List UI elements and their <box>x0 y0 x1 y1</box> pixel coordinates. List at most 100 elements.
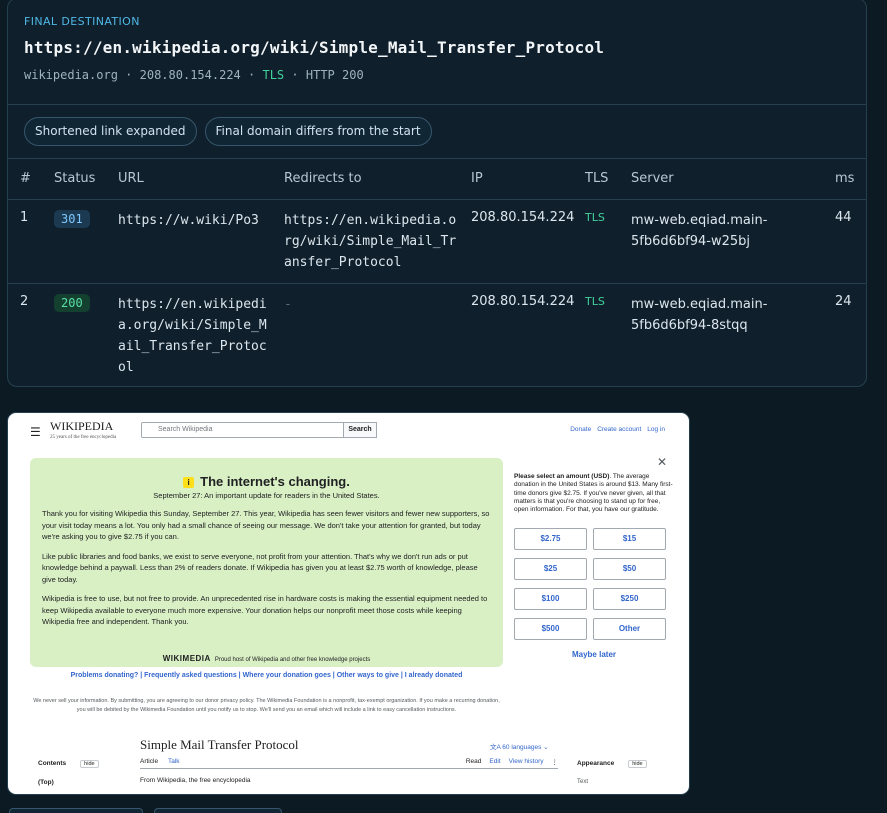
donation-panel: Please select an amount (USD). The avera… <box>514 458 674 659</box>
row-tls: TLS <box>585 199 631 284</box>
banner-paragraph: Thank you for visiting Wikipedia this Su… <box>42 509 490 541</box>
amount-button: $15 <box>593 528 666 551</box>
info-icon: i <box>183 477 195 488</box>
amount-button: $25 <box>514 558 587 581</box>
row-ms: 44 <box>835 199 866 284</box>
search-input: Search Wikipedia <box>141 422 377 438</box>
logo-subtitle: 25 years of the free encyclopedia <box>50 435 117 440</box>
contents-heading: Contents hide <box>38 760 99 768</box>
row-num: 2 <box>20 293 29 309</box>
separator: · <box>291 68 299 82</box>
amount-button: $2.75 <box>514 528 587 551</box>
appearance-heading: Appearance hide <box>577 760 647 768</box>
header-status: Status <box>54 159 118 200</box>
appearance-hide-button: hide <box>628 760 647 768</box>
translate-icon: 文A <box>490 744 503 751</box>
row-status: 301 <box>54 199 118 284</box>
row-status: 200 <box>54 283 118 386</box>
row-ip: 208.80.154.224 <box>471 199 585 284</box>
banner-subtitle: September 27: An important update for re… <box>153 491 380 500</box>
amount-button: Other <box>593 618 666 641</box>
status-badge: 301 <box>54 209 90 228</box>
header-ip: IP <box>471 159 585 200</box>
status-badge: 200 <box>54 293 90 312</box>
header-redirects-to: Redirects to <box>284 159 471 200</box>
banner-title-text: The internet's changing. <box>200 474 350 489</box>
tab-view-history: View history <box>508 758 544 765</box>
header-tls: TLS <box>585 159 631 200</box>
header-server: Server <box>631 159 835 200</box>
banner-paragraph: Like public libraries and food banks, we… <box>42 551 478 584</box>
row-url[interactable]: https://en.wikipedia.org/wiki/Simple_Mai… <box>118 283 284 386</box>
row-ms: 24 <box>835 293 852 309</box>
create-account-link: Create account <box>597 426 642 433</box>
donation-heading: Please select an amount (USD) <box>514 473 610 480</box>
logo-text: WIKIPEDIA <box>50 419 114 433</box>
chip-domain-differs: Final domain differs from the start <box>204 117 432 146</box>
row-tls: TLS <box>585 283 631 386</box>
amount-button: $100 <box>514 588 587 611</box>
article-tabs: Article Talk Read Edit View history ⋮ <box>140 755 558 769</box>
search-button: Search <box>343 422 377 438</box>
tab-read: Read <box>465 758 482 765</box>
final-destination-meta: wikipedia.org · 208.80.154.224 · TLS · H… <box>24 68 850 82</box>
row-server: mw-web.eqiad.main-5fb6d6bf94-8stqq <box>631 296 768 333</box>
maybe-later-link: Maybe later <box>571 650 617 660</box>
contents-label: Contents <box>38 760 67 767</box>
table-row: 1 301 https://w.wiki/Po3 https://en.wiki… <box>8 199 866 284</box>
row-url[interactable]: https://w.wiki/Po3 <box>118 199 284 284</box>
menu-icon: ☰ <box>30 425 41 439</box>
wikipedia-header: ☰ WIKIPEDIA 25 years of the free encyclo… <box>8 413 689 447</box>
separator: · <box>125 68 133 82</box>
separator: · <box>248 68 256 82</box>
table-row: 2 200 https://en.wikipedia.org/wiki/Simp… <box>8 283 866 386</box>
page-screenshot: ☰ WIKIPEDIA 25 years of the free encyclo… <box>7 412 690 795</box>
tab-article: Article <box>140 758 159 765</box>
row-ip: 208.80.154.224 <box>471 293 575 309</box>
banner-footer: WIKIMEDIA Proud host of Wikipedia and oth… <box>30 654 503 663</box>
final-destination-label: FINAL DESTINATION <box>24 15 140 28</box>
cut-off-button[interactable] <box>9 808 143 813</box>
tab-talk: Talk <box>168 758 180 765</box>
cut-off-button[interactable] <box>154 808 282 813</box>
header-num: # <box>8 159 54 200</box>
donation-legal-text: We never sell your information. By submi… <box>33 698 500 713</box>
appearance-label: Appearance <box>577 760 615 767</box>
amount-button: $500 <box>514 618 587 641</box>
table-header-row: # Status URL Redirects to IP TLS Server … <box>8 159 866 200</box>
donation-faq-links: Problems donating? | Frequently asked qu… <box>70 672 463 679</box>
login-link: Log in <box>647 426 665 433</box>
row-server: mw-web.eqiad.main-5fb6d6bf94-w25bj <box>631 199 835 284</box>
more-icon: ⋮ <box>551 759 559 766</box>
languages-label: 60 languages <box>502 744 542 751</box>
banner-title: i The internet's changing. <box>42 474 491 489</box>
flag-chips: Shortened link expanded Final domain dif… <box>8 105 866 159</box>
final-destination: FINAL DESTINATION https://en.wikipedia.o… <box>8 0 866 105</box>
tab-edit: Edit <box>489 758 501 765</box>
article-title: Simple Mail Transfer Protocol <box>140 737 299 752</box>
amount-button: $250 <box>593 588 666 611</box>
wikipedia-logo: WIKIPEDIA 25 years of the free encyclope… <box>50 419 116 440</box>
domain-text: wikipedia.org <box>24 68 118 82</box>
languages-button: 文A 60 languages ⌄ <box>490 744 549 751</box>
tls-label: TLS <box>585 210 605 224</box>
contents-hide-button: hide <box>80 760 99 768</box>
row-redirect: - <box>284 296 292 312</box>
http-status-text: HTTP 200 <box>305 68 364 82</box>
tls-text: TLS <box>262 68 285 82</box>
amount-button: $50 <box>593 558 666 581</box>
appearance-text-label: Text <box>577 779 589 785</box>
fundraising-banner: i The internet's changing. September 27: … <box>30 458 503 667</box>
redirect-report-card: FINAL DESTINATION https://en.wikipedia.o… <box>7 0 867 387</box>
donate-link: Donate <box>570 426 592 433</box>
header-ms: ms <box>835 159 866 200</box>
final-destination-url[interactable]: https://en.wikipedia.org/wiki/Simple_Mai… <box>24 38 850 57</box>
row-num: 1 <box>8 199 54 284</box>
top-links: Donate Create account Log in <box>570 426 665 433</box>
tls-label: TLS <box>585 294 605 308</box>
row-redirect[interactable]: https://en.wikipedia.org/wiki/Simple_Mai… <box>284 199 471 284</box>
donation-text: Please select an amount (USD). The avera… <box>514 473 674 514</box>
amount-grid: $2.75 $15 $25 $50 $100 $250 $500 Other <box>514 528 674 641</box>
banner-paragraph: Wikipedia is free to use, but not free t… <box>42 594 488 626</box>
contents-top-link: (Top) <box>38 779 54 786</box>
